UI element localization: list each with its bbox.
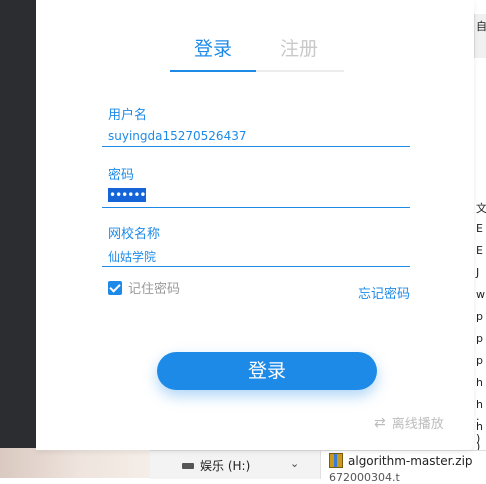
file-item[interactable]: algorithm-master.zip: [329, 453, 473, 468]
drive-icon: [182, 462, 194, 469]
background-file-char: J: [476, 266, 480, 279]
background-file-char: p: [476, 332, 483, 345]
background-explorer-right: 自文 E E Jw p p p h h. h)): [474, 0, 486, 478]
password-label: 密码: [108, 168, 135, 183]
password-input[interactable]: ••••••: [108, 188, 146, 202]
background-file-char: p: [476, 310, 483, 323]
login-button[interactable]: 登录: [157, 352, 377, 390]
drive-label: 娱乐 (H:): [200, 459, 251, 473]
offline-label: 离线播放: [391, 417, 444, 432]
chevron-down-icon[interactable]: ⌄: [290, 457, 299, 470]
background-file-char: p: [476, 354, 483, 367]
remember-password[interactable]: 记住密码: [108, 278, 180, 297]
offline-play-button[interactable]: ⇄ 离线播放: [374, 413, 444, 433]
tab-login[interactable]: 登录: [194, 34, 232, 61]
background-file-char: 自: [476, 20, 486, 33]
background-file-char: E: [476, 244, 483, 257]
forgot-password-link[interactable]: 忘记密码: [358, 283, 410, 302]
username-field[interactable]: 用户名 suyingda15270526437: [102, 104, 410, 147]
background-file-char: E: [476, 222, 483, 235]
zip-file-icon: [329, 453, 343, 468]
tab-active-indicator: [170, 70, 256, 72]
background-file-char: 文: [476, 202, 486, 215]
remember-label: 记住密码: [128, 282, 181, 297]
background-file-char: w: [476, 288, 485, 301]
password-field[interactable]: 密码 ••••••: [102, 164, 410, 208]
username-label: 用户名: [108, 108, 148, 123]
tab-register[interactable]: 注册: [280, 34, 318, 61]
background-photo: [0, 448, 160, 478]
background-app-strip: [0, 0, 36, 464]
drive-item[interactable]: 娱乐 (H:): [182, 457, 250, 474]
username-input[interactable]: suyingda15270526437: [108, 129, 410, 143]
file-name: algorithm-master.zip: [348, 453, 473, 468]
file-list: algorithm-master.zip 672000304.t: [320, 451, 486, 484]
remember-checkbox[interactable]: [108, 280, 122, 295]
school-input[interactable]: 仙姑学院: [108, 248, 410, 265]
background-explorer-bottom: 娱乐 (H:) ⌄ algorithm-master.zip 672000304…: [150, 450, 486, 484]
school-field[interactable]: 网校名称 仙姑学院: [102, 223, 410, 267]
login-dialog: 登录 注册 用户名 suyingda15270526437 密码 •••••• …: [36, 0, 474, 450]
background-file-char: h: [476, 376, 483, 389]
school-label: 网校名称: [108, 227, 161, 242]
swap-arrows-icon: ⇄: [374, 414, 386, 431]
